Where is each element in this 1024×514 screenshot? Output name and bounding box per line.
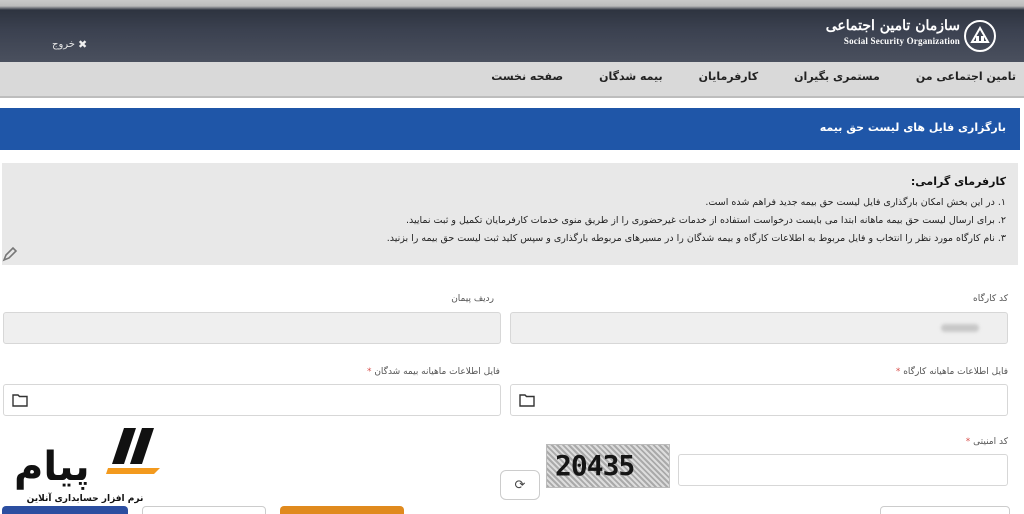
required-mark: * [366,367,372,377]
insured-file-input[interactable] [3,384,501,416]
refresh-icon: ⟳ [514,477,526,493]
required-mark: * [895,367,901,377]
folder-icon[interactable] [12,393,28,407]
nav-item-employers[interactable]: کارفرمایان [699,70,759,83]
captcha-refresh-button[interactable]: ⟳ [500,470,540,500]
insured-file-label-wrap: فایل اطلاعات ماهیانه بیمه شدگان * [367,367,500,377]
nav-item-home[interactable]: صفحه نخست [491,70,563,83]
org-name-fa: سازمان تامین اجتماعی [825,18,960,34]
org-name-en: Social Security Organization [843,36,960,46]
main-nav: صفحه نخست بیمه شدگان کارفرمایان مستمری ب… [0,62,1024,98]
edit-icon[interactable] [2,246,18,262]
brand-logo-icon [106,428,160,474]
notice-heading: کارفرمای گرامی: [910,175,1006,188]
secondary-button[interactable] [880,506,1010,514]
notice-line-3: ۳. نام کارگاه مورد نظر را انتخاب و فایل … [386,233,1006,244]
top-header: ✖ خروج سازمان تامین اجتماعی Social Secur… [0,0,1024,62]
workshop-file-label: فایل اطلاعات ماهیانه کارگاه [903,367,1008,377]
nav-item-insured[interactable]: بیمه شدگان [599,70,663,83]
contract-row-label: ردیف پیمان [451,294,494,304]
notice-line-2: ۲. برای ارسال لیست حق بیمه ماهانه ابتدا … [405,215,1006,226]
security-code-label: کد امنیتی [973,437,1008,447]
brand-watermark: پیام نرم افزار حسابداری آنلاین [10,420,160,510]
required-mark: * [965,437,971,447]
nav-items: صفحه نخست بیمه شدگان کارفرمایان مستمری ب… [491,70,1016,83]
brand-name: پیام [14,444,90,490]
notice-line-1: ۱. در این بخش امکان بارگذاری فایل لیست ح… [705,197,1006,208]
org-logo-icon [964,20,996,52]
logout-icon: ✖ [77,38,88,51]
nav-item-my-ssa[interactable]: تامین اجتماعی من [916,70,1016,83]
captcha-text: 20435 [555,449,635,482]
contract-row-field[interactable] [3,312,501,344]
page-title: بارگزاری فایل های لیست حق بیمه [819,121,1006,134]
org-title: سازمان تامین اجتماعی Social Security Org… [826,18,960,48]
workshop-file-label-wrap: فایل اطلاعات ماهیانه کارگاه * [896,367,1008,377]
cancel-button[interactable] [142,506,266,514]
warning-button[interactable] [280,506,404,514]
workshop-file-input[interactable] [510,384,1008,416]
brand-tagline: نرم افزار حسابداری آنلاین [26,494,144,504]
captcha-image: 20435 [546,444,670,488]
security-code-input[interactable] [678,454,1008,486]
page-title-bar: بارگزاری فایل های لیست حق بیمه [0,108,1020,150]
folder-icon[interactable] [519,393,535,407]
workshop-code-field[interactable] [510,312,1008,344]
workshop-code-value [941,324,979,332]
notice-box: کارفرمای گرامی: ۱. در این بخش امکان بارگ… [2,163,1018,265]
security-code-label-wrap: کد امنیتی * [966,437,1008,447]
logout-link[interactable]: ✖ خروج [52,38,87,51]
nav-item-pensioners[interactable]: مستمری بگیران [794,70,880,83]
insured-file-label: فایل اطلاعات ماهیانه بیمه شدگان [374,367,500,377]
logout-label: خروج [52,39,75,50]
workshop-code-label: کد کارگاه [973,294,1008,304]
